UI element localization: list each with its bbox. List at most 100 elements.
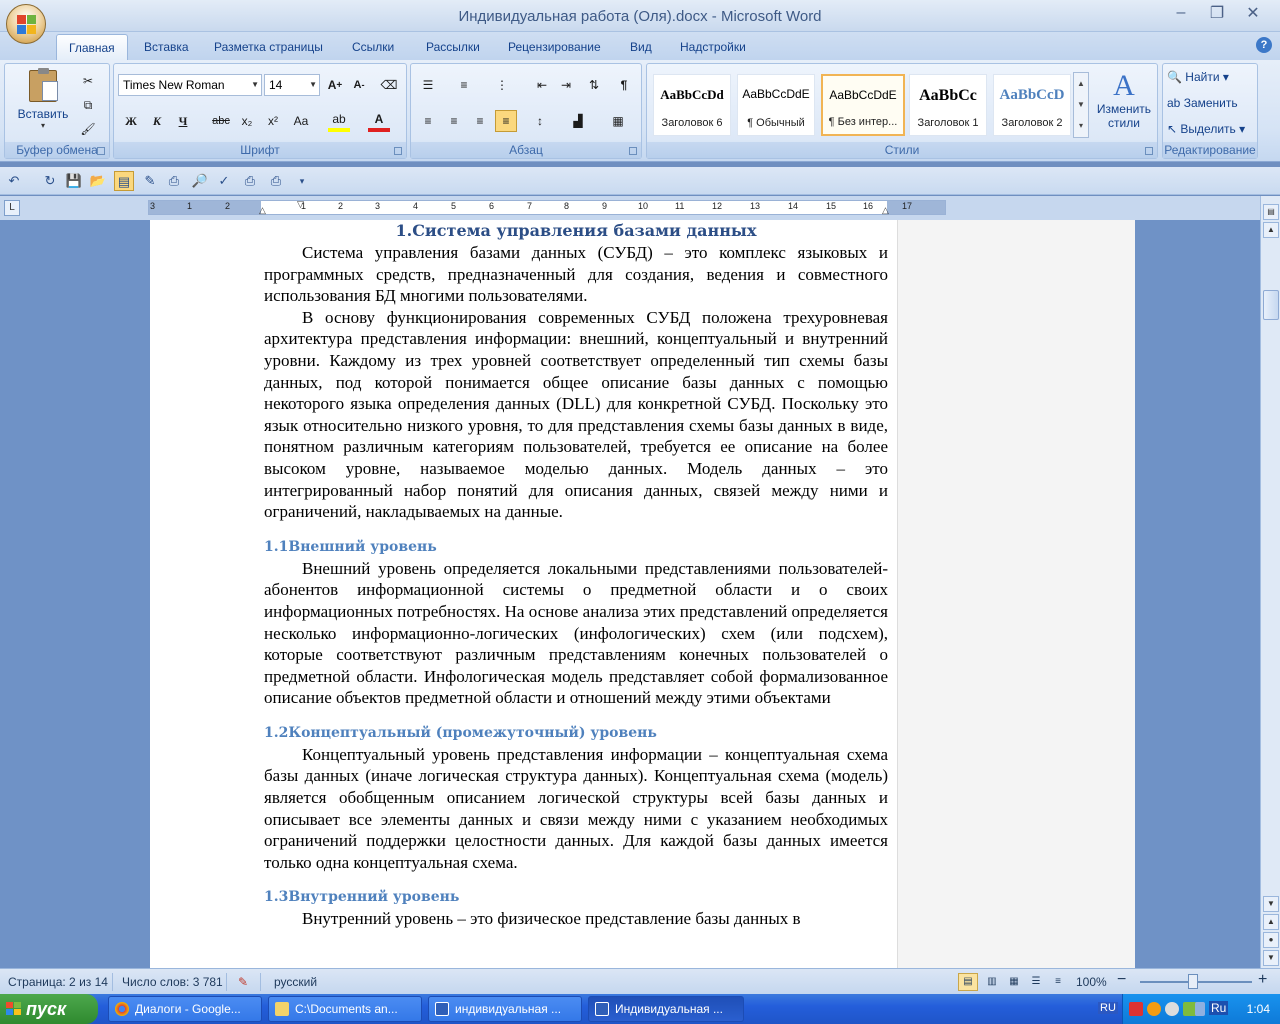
redo-icon[interactable]: ↻ [40, 171, 60, 191]
save-icon[interactable]: 💾 [64, 171, 84, 191]
clipboard-launcher[interactable] [97, 147, 105, 155]
styles-scroll[interactable]: ▲ ▼ ▾ [1073, 72, 1089, 138]
justify-icon[interactable]: ≡ [495, 110, 517, 132]
print2-icon[interactable]: ⎙ [266, 171, 286, 191]
style-heading6[interactable]: AaBbCcDd Заголовок 6 [653, 74, 731, 136]
left-indent-marker[interactable]: △ [259, 205, 266, 216]
superscript-button[interactable]: x² [262, 110, 284, 132]
font-size-combo[interactable]: 14 ▼ [264, 74, 320, 96]
customize-qat-icon[interactable]: ▾ [292, 171, 312, 191]
subscript-button[interactable]: x₂ [236, 110, 258, 132]
styles-launcher[interactable] [1145, 147, 1153, 155]
numbering-icon[interactable]: ≡ [453, 74, 475, 96]
line-spacing-icon[interactable]: ↕ [529, 110, 551, 132]
format-painter-icon[interactable]: 🖌 [77, 118, 99, 140]
decrease-indent-icon[interactable]: ⇤ [531, 74, 553, 96]
zoom-level[interactable]: 100% [1076, 975, 1107, 989]
tab-review[interactable]: Рецензирование [496, 34, 613, 60]
tab-view[interactable]: Вид [618, 34, 664, 60]
close-button[interactable]: ✕ [1240, 2, 1266, 24]
style-normal[interactable]: AaBbCcDdE ¶ Обычный [737, 74, 815, 136]
cut-icon[interactable]: ✂ [77, 70, 99, 92]
full-screen-reading-icon[interactable]: ▥ [982, 973, 1002, 991]
clear-formatting-icon[interactable]: ⌫ [378, 74, 400, 96]
maximize-button[interactable]: ❐ [1204, 2, 1230, 24]
grow-font-icon[interactable]: A + [324, 74, 346, 96]
proofing-icon[interactable]: ✎ [238, 975, 248, 989]
align-center-icon[interactable]: ≡ [443, 110, 465, 132]
start-button[interactable]: пуск [0, 994, 98, 1024]
task-word-2[interactable]: Индивидуальная ... [588, 996, 744, 1022]
bullets-icon[interactable]: ☰ [417, 74, 439, 96]
copy-icon[interactable]: ⧉ [77, 94, 99, 116]
outline-icon[interactable]: ☰ [1026, 973, 1046, 991]
tray-icon[interactable] [1165, 1002, 1179, 1016]
minimize-button[interactable]: – [1168, 2, 1194, 24]
right-indent-marker[interactable]: △ [882, 205, 889, 216]
document-text[interactable]: 1.Система управления базами данных Систе… [264, 220, 888, 930]
next-page-button[interactable]: ▼ [1263, 950, 1279, 966]
keyboard-layout-icon[interactable]: Ru [1209, 1001, 1229, 1015]
page-count[interactable]: Страница: 2 из 14 [8, 975, 108, 989]
tab-insert[interactable]: Вставка [132, 34, 201, 60]
sort-icon[interactable]: ⇅ [583, 74, 605, 96]
change-case-button[interactable]: Aa [290, 110, 312, 132]
tab-mailings[interactable]: Рассылки [414, 34, 492, 60]
italic-button[interactable]: К [146, 110, 168, 132]
print-icon[interactable]: ⎙ [164, 171, 184, 191]
tray-icon[interactable] [1147, 1002, 1161, 1016]
style-heading2[interactable]: AaBbCcD Заголовок 2 [993, 74, 1071, 136]
paragraph-launcher[interactable] [629, 147, 637, 155]
scroll-up-button[interactable]: ▲ [1263, 222, 1279, 238]
font-launcher[interactable] [394, 147, 402, 155]
paste-button[interactable]: Вставить ▾ [15, 68, 71, 140]
tray-icon[interactable] [1195, 1002, 1205, 1016]
horizontal-ruler[interactable]: 3 1 2 1 2 3 4 5 6 7 8 9 10 11 12 13 14 1… [148, 199, 946, 216]
change-styles-button[interactable]: A Изменить стили [1093, 70, 1155, 142]
tab-selector[interactable]: L [4, 200, 20, 216]
document-page[interactable]: 1.Система управления базами данных Систе… [150, 220, 1135, 968]
help-icon[interactable]: ? [1256, 37, 1272, 53]
zoom-in-button[interactable]: + [1258, 971, 1267, 989]
font-name-combo[interactable]: Times New Roman ▼ [118, 74, 262, 96]
word-count[interactable]: Число слов: 3 781 [122, 975, 223, 989]
print-layout-icon[interactable]: ▤ [958, 973, 978, 991]
tab-page-layout[interactable]: Разметка страницы [202, 34, 335, 60]
select-button[interactable]: ↖ Выделить ▾ [1167, 122, 1245, 136]
task-chrome[interactable]: Диалоги - Google... [108, 996, 262, 1022]
web-layout-icon[interactable]: ▦ [1004, 973, 1024, 991]
spelling-icon[interactable]: ✓ [214, 171, 234, 191]
browse-object-button[interactable]: ● [1263, 932, 1279, 948]
task-word-1[interactable]: индивидуальная ... [428, 996, 582, 1022]
previous-page-button[interactable]: ▲ [1263, 914, 1279, 930]
show-marks-icon[interactable]: ¶ [613, 74, 635, 96]
language[interactable]: русский [274, 975, 317, 989]
highlight-icon[interactable]: ab [328, 110, 350, 132]
undo-icon[interactable]: ↶ [4, 171, 24, 191]
tab-references[interactable]: Ссылки [340, 34, 406, 60]
office-button[interactable] [6, 4, 46, 44]
bold-button[interactable]: Ж [120, 110, 142, 132]
zoom-slider-thumb[interactable] [1188, 974, 1198, 989]
replace-button[interactable]: ab Заменить [1167, 96, 1238, 110]
page-width-icon[interactable]: ▤ [114, 171, 134, 191]
borders-icon[interactable]: ▦ [607, 110, 629, 132]
vertical-scrollbar[interactable]: ▤ ▲ ▼ ▲ ● ▼ [1260, 196, 1280, 968]
multilevel-list-icon[interactable]: ⋮ [491, 74, 513, 96]
open-icon[interactable]: 📂 [88, 171, 108, 191]
align-right-icon[interactable]: ≡ [469, 110, 491, 132]
edit-icon[interactable]: ✎ [140, 171, 160, 191]
draft-icon[interactable]: ≡ [1048, 973, 1068, 991]
print-preview-icon[interactable]: 🔎 [190, 171, 210, 191]
zoom-out-button[interactable]: − [1117, 971, 1126, 989]
language-indicator[interactable]: RU [1098, 1002, 1118, 1014]
align-left-icon[interactable]: ≡ [417, 110, 439, 132]
increase-indent-icon[interactable]: ⇥ [555, 74, 577, 96]
shading-icon[interactable]: ▟ [567, 110, 589, 132]
tab-home[interactable]: Главная [56, 34, 128, 60]
task-explorer[interactable]: C:\Documents an... [268, 996, 422, 1022]
view-ruler-icon[interactable]: ▤ [1263, 204, 1279, 220]
scroll-down-button[interactable]: ▼ [1263, 896, 1279, 912]
shrink-font-icon[interactable]: A- [348, 74, 370, 96]
find-button[interactable]: 🔍 Найти ▾ [1167, 70, 1229, 84]
